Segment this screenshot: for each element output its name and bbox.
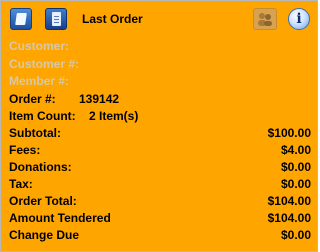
- fees-value: $4.00: [280, 143, 311, 157]
- item-count-row: Item Count: 2 Item(s): [9, 108, 311, 125]
- subtotal-row: Subtotal: $100.00: [9, 125, 311, 142]
- panel-title: Last Order: [82, 12, 143, 26]
- tax-label: Tax:: [9, 177, 33, 191]
- customers-icon: [258, 13, 272, 26]
- receipt-button[interactable]: [45, 8, 67, 30]
- receipt-line: [54, 22, 59, 23]
- subtotal-value: $100.00: [267, 126, 311, 140]
- change-due-value: $0.00: [280, 228, 311, 242]
- member-number-label: Member #:: [9, 74, 70, 88]
- info-icon: i: [296, 11, 302, 27]
- info-button[interactable]: i: [288, 8, 310, 30]
- amount-tendered-value: $104.00: [267, 211, 311, 225]
- order-total-label: Order Total:: [9, 194, 77, 208]
- customer-row: Customer:: [9, 38, 311, 55]
- customer-number-label: Customer #:: [9, 57, 80, 71]
- order-number-value: 139142: [79, 92, 120, 106]
- amount-tendered-row: Amount Tendered $104.00: [9, 210, 311, 227]
- tax-row: Tax: $0.00: [9, 176, 311, 193]
- customer-label: Customer:: [9, 39, 70, 53]
- donations-label: Donations:: [9, 160, 72, 174]
- print-icon: [15, 13, 27, 25]
- customer-number-row: Customer #:: [9, 56, 311, 73]
- receipt-line: [54, 16, 59, 17]
- print-receipt-button[interactable]: [10, 8, 32, 30]
- change-due-row: Change Due $0.00: [9, 227, 311, 244]
- donations-value: $0.00: [280, 160, 311, 174]
- donations-row: Donations: $0.00: [9, 159, 311, 176]
- order-number-row: Order #: 139142: [9, 91, 311, 108]
- order-total-value: $104.00: [267, 194, 311, 208]
- order-total-row: Order Total: $104.00: [9, 193, 311, 210]
- tax-value: $0.00: [280, 177, 311, 191]
- subtotal-label: Subtotal:: [9, 126, 61, 140]
- fees-row: Fees: $4.00: [9, 142, 311, 159]
- item-count-label: Item Count:: [9, 109, 76, 123]
- panel-header: Last Order i: [1, 1, 317, 35]
- last-order-panel: Last Order i Customer: Customer #: Membe…: [0, 0, 318, 252]
- fees-label: Fees:: [9, 143, 41, 157]
- order-number-label: Order #:: [9, 92, 56, 106]
- item-count-value: 2 Item(s): [89, 109, 139, 123]
- receipt-line: [54, 19, 59, 20]
- member-number-row: Member #:: [9, 73, 311, 90]
- change-due-label: Change Due: [9, 228, 80, 242]
- amount-tendered-label: Amount Tendered: [9, 211, 111, 225]
- customer-lookup-button[interactable]: [253, 8, 277, 30]
